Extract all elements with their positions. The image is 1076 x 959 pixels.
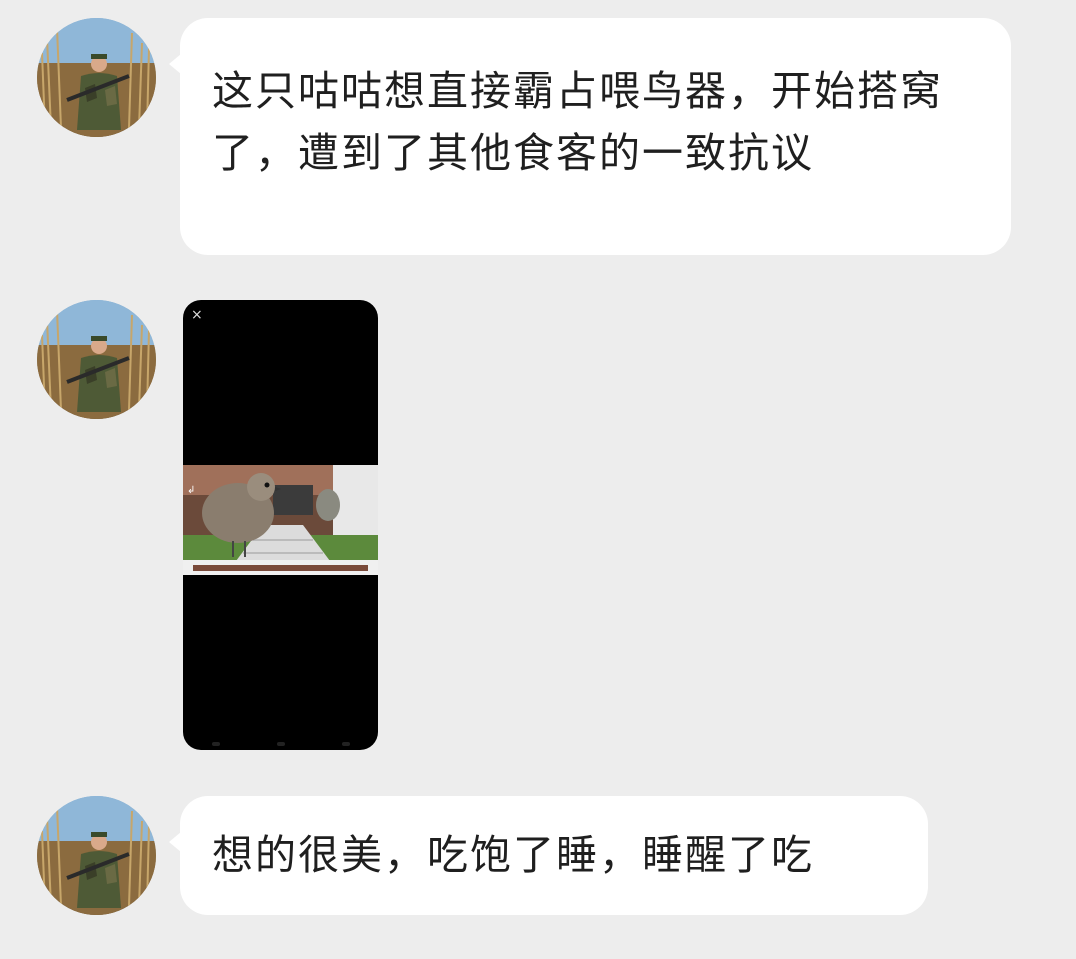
message-text: 这只咕咕想直接霸占喂鸟器，开始搭窝了，遭到了其他食客的一致抗议 [212,67,943,177]
control-dot [276,742,285,746]
bird-feeder-frame-icon: ↲ [183,465,378,575]
video-message[interactable]: × ↲ [183,300,378,750]
control-dot [341,742,350,746]
hunter-avatar-icon [37,796,156,915]
hunter-avatar-icon [37,300,156,419]
avatar[interactable] [37,796,156,915]
message-text: 想的很美，吃饱了睡，睡醒了吃 [212,831,814,879]
svg-text:↲: ↲ [187,485,195,496]
close-icon[interactable]: × [191,308,203,322]
video-controls [183,740,378,748]
video-frame: ↲ [183,465,378,575]
avatar[interactable] [37,300,156,419]
control-dot [211,742,220,746]
message-bubble[interactable]: 这只咕咕想直接霸占喂鸟器，开始搭窝了，遭到了其他食客的一致抗议 [169,18,1011,255]
hunter-avatar-icon [37,18,156,137]
message-bubble[interactable]: 想的很美，吃饱了睡，睡醒了吃 [169,796,928,915]
avatar[interactable] [37,18,156,137]
